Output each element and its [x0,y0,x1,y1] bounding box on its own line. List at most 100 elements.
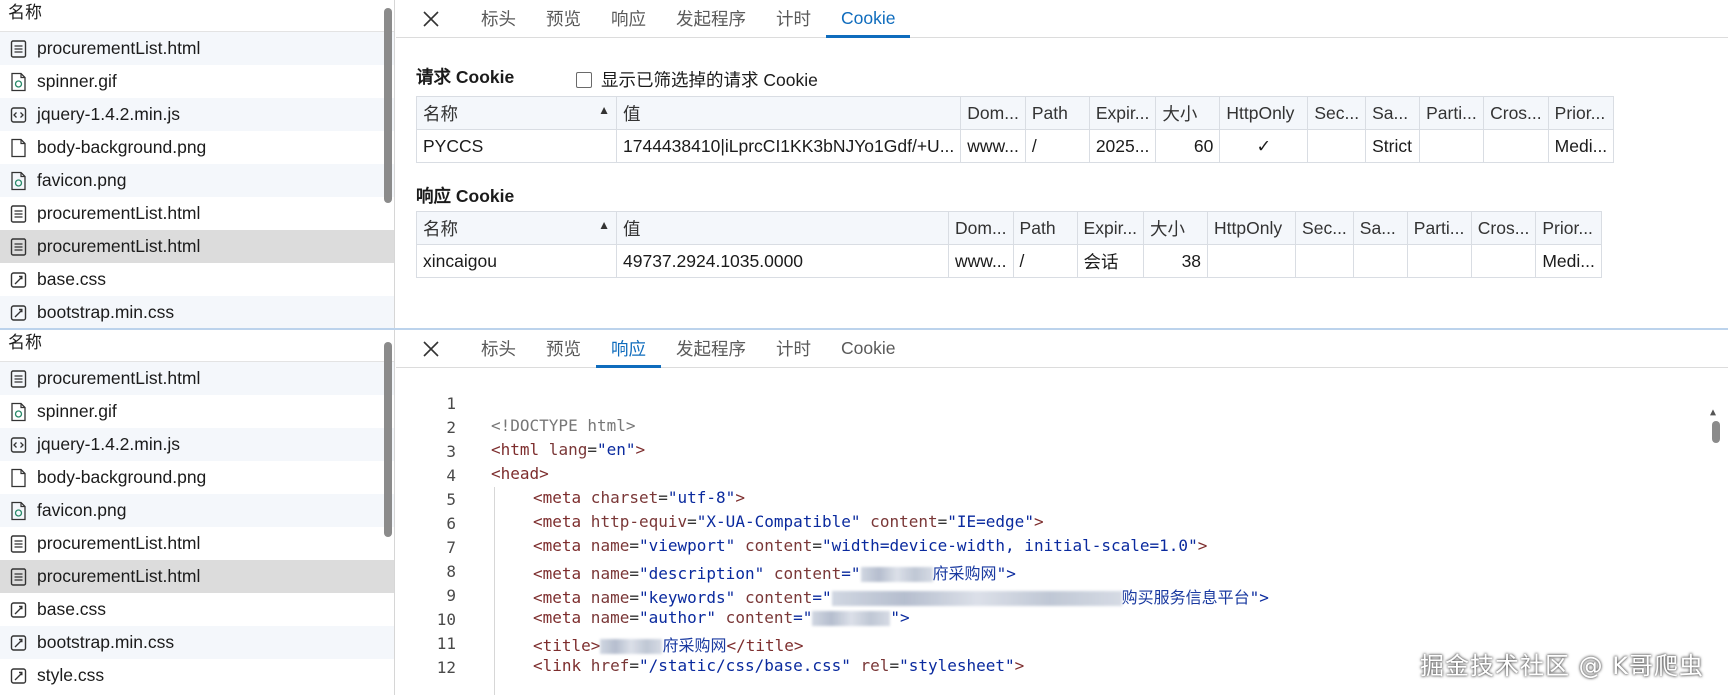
name-column-header[interactable]: 名称 [0,0,394,32]
image-file-icon [10,402,27,422]
request-name: spinner.gif [37,71,117,91]
line-number: 9 [446,586,456,605]
column-header[interactable]: 名称 ▲ [416,96,617,130]
line-number: 7 [446,538,456,557]
tab-2[interactable]: 响应 [596,330,661,368]
column-header[interactable]: Cros... [1470,211,1537,245]
request-row[interactable]: procurementList.html [0,362,394,395]
request-row[interactable]: bootstrap.min.css [0,626,394,659]
document-icon [10,534,27,554]
scroll-up-icon[interactable]: ▲ [1710,407,1722,418]
request-row[interactable]: bootstrap.min.css [0,296,394,328]
cookie-panel: 请求 Cookie 显示已筛选掉的请求 Cookie 名称 ▲ 值 Dom... Pat… [396,39,1728,328]
request-row[interactable]: procurementList.html [0,527,394,560]
cookie-cell: www... [948,244,1014,278]
watermark-text: 掘金技术社区 @ K哥爬虫 [1420,652,1704,680]
request-row[interactable]: body-background.png [0,461,394,494]
column-header[interactable]: Sec... [1307,96,1367,130]
request-row[interactable]: favicon.png [0,164,394,197]
request-name: body-background.png [37,137,207,157]
column-header[interactable]: Expir... [1088,96,1157,130]
column-header[interactable]: Path [1024,96,1090,130]
request-row[interactable]: procurementList.html [0,197,394,230]
line-number: 1 [446,394,456,413]
tab-5[interactable]: Cookie [826,330,910,367]
column-header[interactable]: HttpOnly [1207,211,1297,245]
column-header[interactable]: Sa... [1365,96,1421,130]
column-header[interactable]: Expir... [1076,211,1145,245]
column-header[interactable]: Dom... [948,211,1014,245]
filter-checkbox[interactable] [576,71,592,88]
redacted-text [600,639,663,654]
top-devtools-pane: 名称 procurementList.html spinner.gif jquery… [0,0,1728,328]
request-row[interactable]: procurementList.html [0,560,394,593]
request-row[interactable]: base.css [0,593,394,626]
close-icon[interactable] [396,330,466,367]
tab-3[interactable]: 发起程序 [661,0,761,37]
name-column-header[interactable]: 名称 [0,330,394,362]
tab-0[interactable]: 标头 [466,330,531,367]
request-name: base.css [37,269,107,289]
column-header[interactable]: Path [1012,211,1078,245]
request-row[interactable]: style.css [0,659,394,692]
column-header[interactable]: 值 [616,211,949,245]
tab-4[interactable]: 计时 [761,330,826,367]
image-file-icon [10,171,27,191]
request-row[interactable]: spinner.gif [0,65,394,98]
column-header[interactable]: 名称 ▲ [416,211,617,245]
tab-1[interactable]: 预览 [531,0,596,37]
column-header[interactable]: 大小 [1155,96,1221,130]
code-scrollbar[interactable] [1712,421,1720,443]
column-header[interactable]: 值 [615,96,962,130]
line-number: 8 [446,562,456,581]
request-row[interactable]: base.css [0,263,394,296]
request-row[interactable]: favicon.png [0,494,394,527]
request-row[interactable]: jquery-1.4.2.min.js [0,98,394,131]
tab-0[interactable]: 标头 [466,0,531,37]
column-header[interactable]: Parti... [1406,211,1472,245]
column-header[interactable]: Dom... [960,96,1026,130]
column-header[interactable]: 大小 [1143,211,1209,245]
tab-3[interactable]: 发起程序 [661,330,761,367]
request-name: jquery-1.4.2.min.js [37,104,180,124]
image-file-icon [10,72,27,92]
show-filtered-cookies-toggle[interactable]: 显示已筛选掉的请求 Cookie [576,67,818,92]
tab-2[interactable]: 响应 [596,0,661,37]
list-scrollbar[interactable] [384,8,392,203]
tab-1[interactable]: 预览 [531,330,596,367]
document-icon [10,369,27,389]
cookie-cell: / [1024,129,1090,163]
code-line-8: <meta name="description" content=" 府采购网"> [533,564,1016,583]
tab-4[interactable]: 计时 [761,0,826,37]
cookie-row[interactable]: xincaigou 49737.2924.1035.0000 www... / 会话 38… [416,244,1602,278]
line-number: 12 [436,658,456,677]
column-header[interactable]: Cros... [1483,96,1549,130]
request-name: procurementList.html [37,533,201,553]
request-row[interactable]: spinner.gif [0,395,394,428]
column-header[interactable]: Sa... [1352,211,1408,245]
request-row[interactable]: procurementList.html [0,32,394,65]
column-header[interactable]: Prior... [1547,96,1615,130]
redacted-text [860,567,933,582]
cookie-cell: 会话 [1076,244,1145,278]
request-name: procurementList.html [37,236,201,256]
column-header[interactable]: HttpOnly [1219,96,1309,130]
column-header[interactable]: Sec... [1295,211,1354,245]
list-scrollbar[interactable] [384,342,392,537]
cookie-cell: 1744438410|iLprcCI1KK3bNJYo1Gdf/+U... [615,129,962,163]
request-row[interactable]: procurementList.html [0,230,394,263]
sort-ascending-icon: ▲ [598,217,610,232]
request-row[interactable]: body-background.png [0,131,394,164]
tab-5[interactable]: Cookie [826,0,911,38]
line-number: 10 [436,610,456,629]
column-header[interactable]: Parti... [1419,96,1485,130]
cookie-cell [1207,244,1297,278]
request-row[interactable]: jquery-1.4.2.min.js [0,428,394,461]
redacted-text [812,611,891,626]
cookie-row[interactable]: PYCCS 1744438410|iLprcCI1KK3bNJYo1Gdf/+U.… [416,129,1615,163]
request-cookie-title: 请求 Cookie [416,67,515,87]
close-icon[interactable] [396,0,466,37]
column-header[interactable]: Prior... [1535,211,1602,245]
cookie-cell: Medi... [1547,129,1615,163]
code-line-9: <meta name="keywords" content=" 购买服务信息平台"… [533,588,1269,607]
